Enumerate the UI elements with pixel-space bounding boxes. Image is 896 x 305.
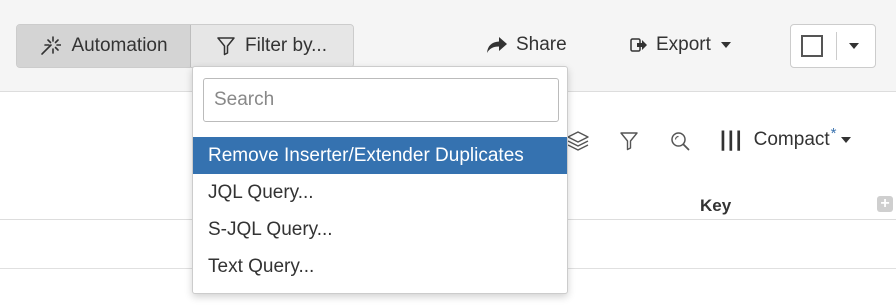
compact-view-dropdown[interactable]: ||| Compact *: [720, 124, 851, 152]
filter-icon: [217, 36, 235, 56]
share-button[interactable]: Share: [486, 34, 567, 56]
filter-by-label: Filter by...: [245, 35, 327, 56]
columns-icon: |||: [720, 128, 744, 151]
chevron-down-icon[interactable]: [849, 43, 859, 49]
search-icon[interactable]: [670, 131, 690, 151]
menu-item-jql-query[interactable]: JQL Query...: [193, 174, 567, 211]
menu-item-text-query[interactable]: Text Query...: [193, 248, 567, 285]
filter-search-input[interactable]: [203, 78, 559, 122]
chevron-down-icon: [840, 137, 851, 143]
add-column-button[interactable]: +: [877, 196, 893, 212]
export-button[interactable]: Export: [630, 34, 731, 56]
layers-icon[interactable]: [566, 130, 590, 152]
modified-marker: *: [830, 124, 837, 142]
share-label: Share: [516, 34, 567, 55]
automation-filter-button-group: Automation Filter by...: [16, 24, 354, 68]
select-all-dropdown[interactable]: [790, 24, 876, 68]
menu-item-remove-duplicates[interactable]: Remove Inserter/Extender Duplicates: [193, 137, 567, 174]
chevron-down-icon: [720, 42, 731, 48]
divider: [836, 32, 837, 60]
filter-dropdown-menu: Remove Inserter/Extender Duplicates JQL …: [192, 66, 568, 294]
export-label: Export: [656, 34, 711, 55]
filter-menu-list: Remove Inserter/Extender Duplicates JQL …: [193, 137, 567, 285]
select-all-checkbox[interactable]: [801, 35, 823, 57]
key-column-header[interactable]: Key: [700, 196, 731, 216]
filter-by-button[interactable]: Filter by...: [191, 25, 353, 67]
automation-button[interactable]: Automation: [17, 25, 191, 67]
menu-item-sjql-query[interactable]: S-JQL Query...: [193, 211, 567, 248]
compact-label: Compact: [753, 129, 830, 150]
automation-icon: [39, 35, 62, 57]
share-icon: [486, 36, 508, 54]
export-icon: [630, 37, 648, 53]
filter-icon[interactable]: [620, 131, 638, 151]
automation-label: Automation: [71, 35, 168, 56]
